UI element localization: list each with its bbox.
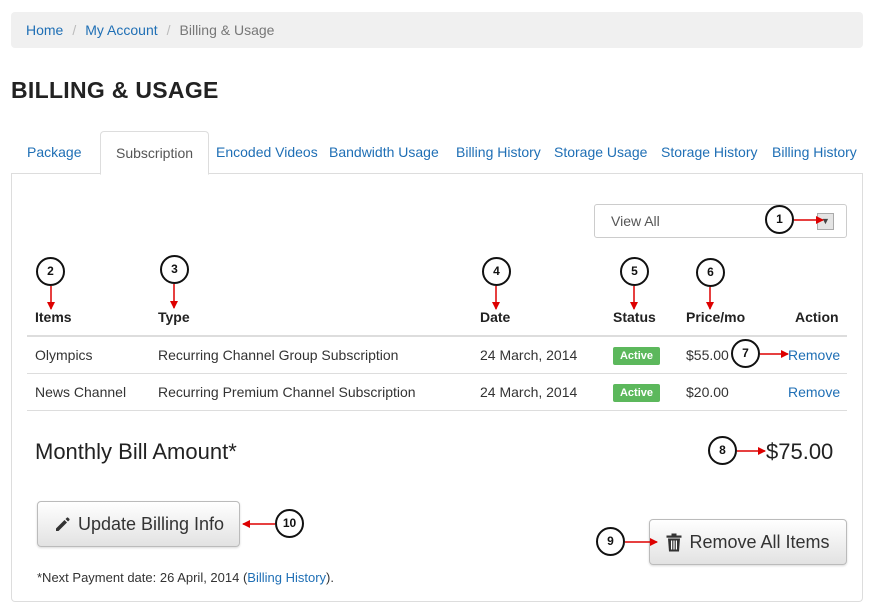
monthly-bill-amount: $75.00 — [766, 439, 834, 464]
column-header-date: Date — [480, 309, 511, 325]
breadcrumb-separator: / — [72, 22, 77, 38]
status-badge: Active — [613, 384, 660, 402]
monthly-bill-label: Monthly Bill Amount* — [35, 439, 237, 464]
next-payment-text: *Next Payment date: 26 April, 2014 ( — [37, 570, 248, 585]
column-header-type: Type — [158, 309, 190, 325]
tab-bar: Package Subscription Encoded Videos Band… — [11, 131, 863, 175]
tab-storage-usage[interactable]: Storage Usage — [554, 131, 647, 174]
callout-marker: 9 — [596, 527, 625, 556]
column-header-status: Status — [613, 309, 656, 325]
remove-all-items-button[interactable]: Remove All Items — [649, 519, 847, 565]
callout-marker: 10 — [275, 509, 304, 538]
update-billing-info-button[interactable]: Update Billing Info — [37, 501, 240, 547]
remove-all-items-label: Remove All Items — [689, 531, 830, 552]
chevron-down-icon[interactable]: ▼ — [817, 213, 834, 230]
table-row-date: 24 March, 2014 — [480, 384, 578, 400]
tab-bandwidth-usage[interactable]: Bandwidth Usage — [329, 131, 439, 174]
tab-billing-history[interactable]: Billing History — [456, 131, 541, 174]
trash-icon — [666, 533, 682, 552]
callout-marker: 1 — [765, 205, 794, 234]
tab-subscription[interactable]: Subscription — [100, 131, 210, 175]
remove-item-link[interactable]: Remove — [788, 384, 840, 400]
status-badge: Active — [613, 347, 660, 365]
table-row-type: Recurring Channel Group Subscription — [158, 347, 399, 363]
tab-billing-history-2[interactable]: Billing History — [772, 131, 857, 174]
next-payment-note: *Next Payment date: 26 April, 2014 (Bill… — [37, 570, 334, 585]
remove-item-link[interactable]: Remove — [788, 347, 840, 363]
tab-package[interactable]: Package — [27, 131, 81, 174]
table-row-date: 24 March, 2014 — [480, 347, 578, 363]
next-payment-suffix: ). — [326, 570, 334, 585]
view-filter-value: View All — [611, 213, 660, 229]
table-row-item: News Channel — [35, 384, 127, 400]
callout-marker: 4 — [482, 257, 511, 286]
billing-history-link[interactable]: Billing History — [247, 570, 326, 585]
table-header-divider — [27, 335, 847, 337]
page-title: BILLING & USAGE — [11, 77, 219, 103]
callout-marker: 7 — [731, 339, 760, 368]
breadcrumb-separator: / — [166, 22, 171, 38]
callout-marker: 6 — [696, 258, 725, 287]
table-row-divider — [27, 410, 847, 411]
table-row-price: $20.00 — [686, 384, 729, 400]
callout-marker: 3 — [160, 255, 189, 284]
view-filter-select[interactable]: View All — [594, 204, 847, 238]
column-header-price: Price/mo — [686, 309, 746, 325]
tab-encoded-videos[interactable]: Encoded Videos — [216, 131, 318, 174]
table-row-divider — [27, 373, 847, 374]
breadcrumb: Home / My Account / Billing & Usage — [11, 12, 863, 48]
update-billing-info-label: Update Billing Info — [77, 513, 225, 534]
callout-marker: 8 — [708, 436, 737, 465]
breadcrumb-account-link[interactable]: My Account — [85, 22, 157, 38]
table-row-item: Olympics — [35, 347, 93, 363]
column-header-items: Items — [35, 309, 72, 325]
tab-storage-history[interactable]: Storage History — [661, 131, 757, 174]
breadcrumb-current: Billing & Usage — [179, 22, 275, 38]
column-header-action: Action — [795, 309, 839, 325]
table-row-price: $55.00 — [686, 347, 729, 363]
callout-marker: 5 — [620, 257, 649, 286]
table-row-type: Recurring Premium Channel Subscription — [158, 384, 416, 400]
pencil-icon — [53, 515, 71, 533]
breadcrumb-home-link[interactable]: Home — [26, 22, 63, 38]
callout-marker: 2 — [36, 257, 65, 286]
